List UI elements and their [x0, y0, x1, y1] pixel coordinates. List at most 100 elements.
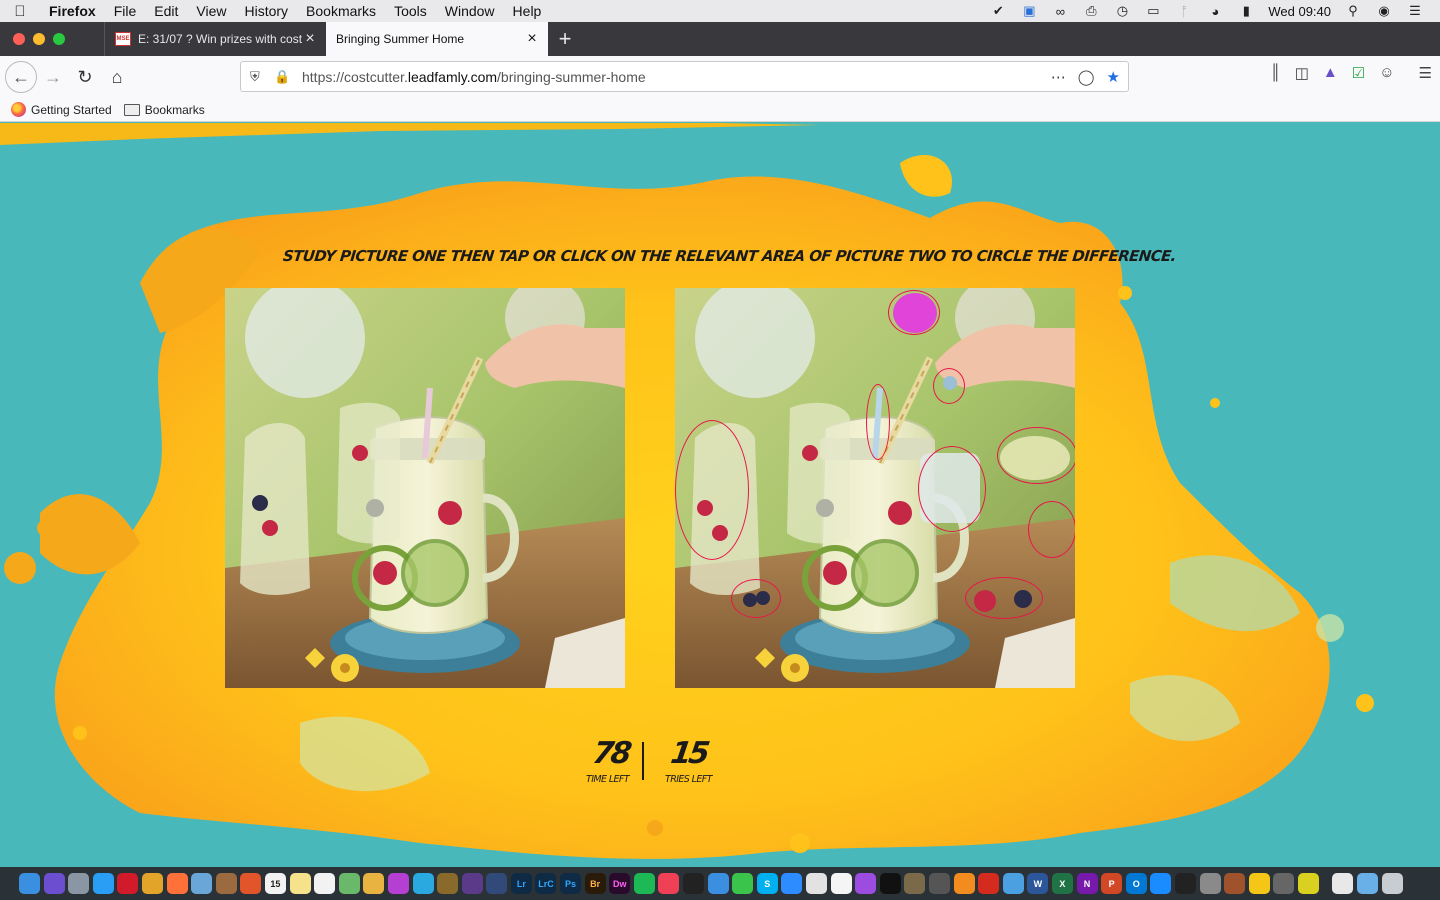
difference-circle-fingernail[interactable]: [933, 368, 965, 404]
bookmark-getting-started[interactable]: Getting Started: [11, 102, 112, 117]
apple-tv-icon[interactable]: [879, 873, 901, 894]
creative-cloud-icon[interactable]: ∞: [1051, 4, 1069, 19]
apple-menu-icon[interactable]: : [0, 3, 40, 20]
onenote-icon[interactable]: N: [1076, 873, 1098, 894]
reminders-icon[interactable]: [314, 873, 336, 894]
hamburger-menu-icon[interactable]: ☰: [1419, 64, 1432, 82]
picture-two[interactable]: [675, 288, 1075, 688]
airplay-icon[interactable]: ▭: [1144, 3, 1162, 18]
app-gold-icon[interactable]: [437, 873, 459, 894]
chrome-icon[interactable]: [141, 873, 163, 894]
extension-icon[interactable]: ▲: [1323, 64, 1338, 82]
menu-help[interactable]: Help: [504, 3, 551, 19]
extension-check-icon[interactable]: ☑: [1352, 64, 1365, 82]
close-window-button[interactable]: [13, 33, 25, 45]
url-bar[interactable]: ⛨ 🔒 https://costcutter.leadfamly.com/bri…: [240, 61, 1129, 92]
bookmark-folder-bookmarks[interactable]: Bookmarks: [123, 103, 205, 117]
photoshop-icon[interactable]: Ps: [560, 873, 582, 894]
excel-icon[interactable]: X: [1051, 873, 1073, 894]
siri-icon[interactable]: ◉: [1375, 3, 1393, 18]
menu-window[interactable]: Window: [436, 3, 504, 19]
messages-icon[interactable]: [732, 873, 754, 894]
forward-button[interactable]: →: [37, 61, 69, 93]
bookmark-star-icon[interactable]: ★: [1107, 68, 1120, 86]
account-icon[interactable]: ☺: [1379, 64, 1394, 82]
opera-icon[interactable]: [117, 873, 139, 894]
phone-icon[interactable]: [240, 873, 262, 894]
tracking-protection-icon[interactable]: ⛨: [250, 69, 264, 85]
menu-bookmarks[interactable]: Bookmarks: [297, 3, 385, 19]
launchpad-icon[interactable]: [68, 873, 90, 894]
affinity-designer-icon[interactable]: [412, 873, 434, 894]
sidebar-icon[interactable]: ◫: [1295, 64, 1309, 82]
bluetooth-icon[interactable]: ᚩ: [1175, 4, 1193, 19]
battery-icon[interactable]: ▮: [1237, 3, 1255, 18]
affinity-photo-icon[interactable]: [387, 873, 409, 894]
app-purple-icon[interactable]: [461, 873, 483, 894]
app-brown-icon[interactable]: [1224, 873, 1246, 894]
document-icon[interactable]: [1332, 873, 1354, 894]
calendar-icon[interactable]: 15: [264, 873, 286, 894]
preview-icon[interactable]: [191, 873, 213, 894]
messenger-icon[interactable]: [707, 873, 729, 894]
minimize-window-button[interactable]: [33, 33, 45, 45]
itunes-icon[interactable]: [830, 873, 852, 894]
siri-icon[interactable]: [43, 873, 65, 894]
pocket-dock-icon[interactable]: [658, 873, 680, 894]
menu-view[interactable]: View: [187, 3, 235, 19]
menu-history[interactable]: History: [235, 3, 297, 19]
lock-icon[interactable]: 🔒: [274, 69, 290, 85]
sync-status-icon[interactable]: ▣: [1020, 3, 1038, 18]
wifi-icon[interactable]: ◕: [1206, 4, 1224, 19]
norton-icon[interactable]: [1248, 873, 1270, 894]
trash-icon[interactable]: [1381, 873, 1403, 894]
app-ring-icon[interactable]: [1297, 873, 1319, 894]
powerpoint-icon[interactable]: P: [1101, 873, 1123, 894]
spotlight-search-icon[interactable]: ⚲: [1344, 3, 1362, 18]
library-icon[interactable]: ║: [1270, 64, 1281, 82]
notes-brown-icon[interactable]: [215, 873, 237, 894]
notes-icon[interactable]: [289, 873, 311, 894]
difference-circle-blue-straw[interactable]: [866, 384, 890, 460]
new-tab-button[interactable]: +: [548, 22, 582, 56]
difference-circle-background-right[interactable]: [997, 427, 1075, 484]
close-tab-icon[interactable]: ×: [302, 30, 318, 48]
close-tab-icon[interactable]: ×: [524, 30, 540, 48]
spotify-icon[interactable]: [633, 873, 655, 894]
bridge-icon[interactable]: Br: [584, 873, 606, 894]
difference-circle-pink-bunting[interactable]: [888, 290, 940, 335]
acrobat-icon[interactable]: [978, 873, 1000, 894]
menu-app-firefox[interactable]: Firefox: [40, 3, 105, 19]
lightroom-classic-icon[interactable]: LrC: [535, 873, 557, 894]
podcasts-icon[interactable]: [855, 873, 877, 894]
reload-button[interactable]: ↻: [69, 61, 101, 93]
books-icon[interactable]: [953, 873, 975, 894]
app-blue-icon[interactable]: [486, 873, 508, 894]
difference-circle-blueberries-left[interactable]: [731, 579, 781, 618]
safari-icon[interactable]: [92, 873, 114, 894]
app-red-icon[interactable]: [806, 873, 827, 894]
tab-bringing-summer-home[interactable]: Bringing Summer Home ×: [326, 22, 548, 56]
finder-icon[interactable]: [19, 873, 40, 894]
app-tool-icon[interactable]: [904, 873, 926, 894]
word-icon[interactable]: W: [1027, 873, 1049, 894]
app-doc-icon[interactable]: [1002, 873, 1024, 894]
system-preferences-icon[interactable]: [1199, 873, 1221, 894]
app-store-icon[interactable]: [1150, 873, 1172, 894]
difference-circle-berries-right[interactable]: [965, 577, 1043, 619]
menu-bar-clock[interactable]: Wed 09:40: [1268, 4, 1331, 19]
app-camera-icon[interactable]: [1273, 873, 1295, 894]
home-button[interactable]: ⌂: [101, 61, 133, 93]
zoom-icon[interactable]: [781, 873, 803, 894]
menu-tools[interactable]: Tools: [385, 3, 436, 19]
downloads-folder-icon[interactable]: [1357, 873, 1379, 894]
printer-status-icon[interactable]: ⎙: [1082, 3, 1100, 18]
url-text[interactable]: https://costcutter.leadfamly.com/bringin…: [302, 69, 646, 85]
maps-icon[interactable]: [338, 873, 360, 894]
pocket-icon[interactable]: ◯: [1078, 68, 1095, 86]
difference-circle-right-edge[interactable]: [1028, 501, 1075, 558]
menu-file[interactable]: File: [105, 3, 146, 19]
dreamweaver-icon[interactable]: Dw: [609, 873, 631, 894]
notification-center-icon[interactable]: ☰: [1406, 3, 1424, 18]
difference-circle-background-glass[interactable]: [675, 420, 749, 560]
